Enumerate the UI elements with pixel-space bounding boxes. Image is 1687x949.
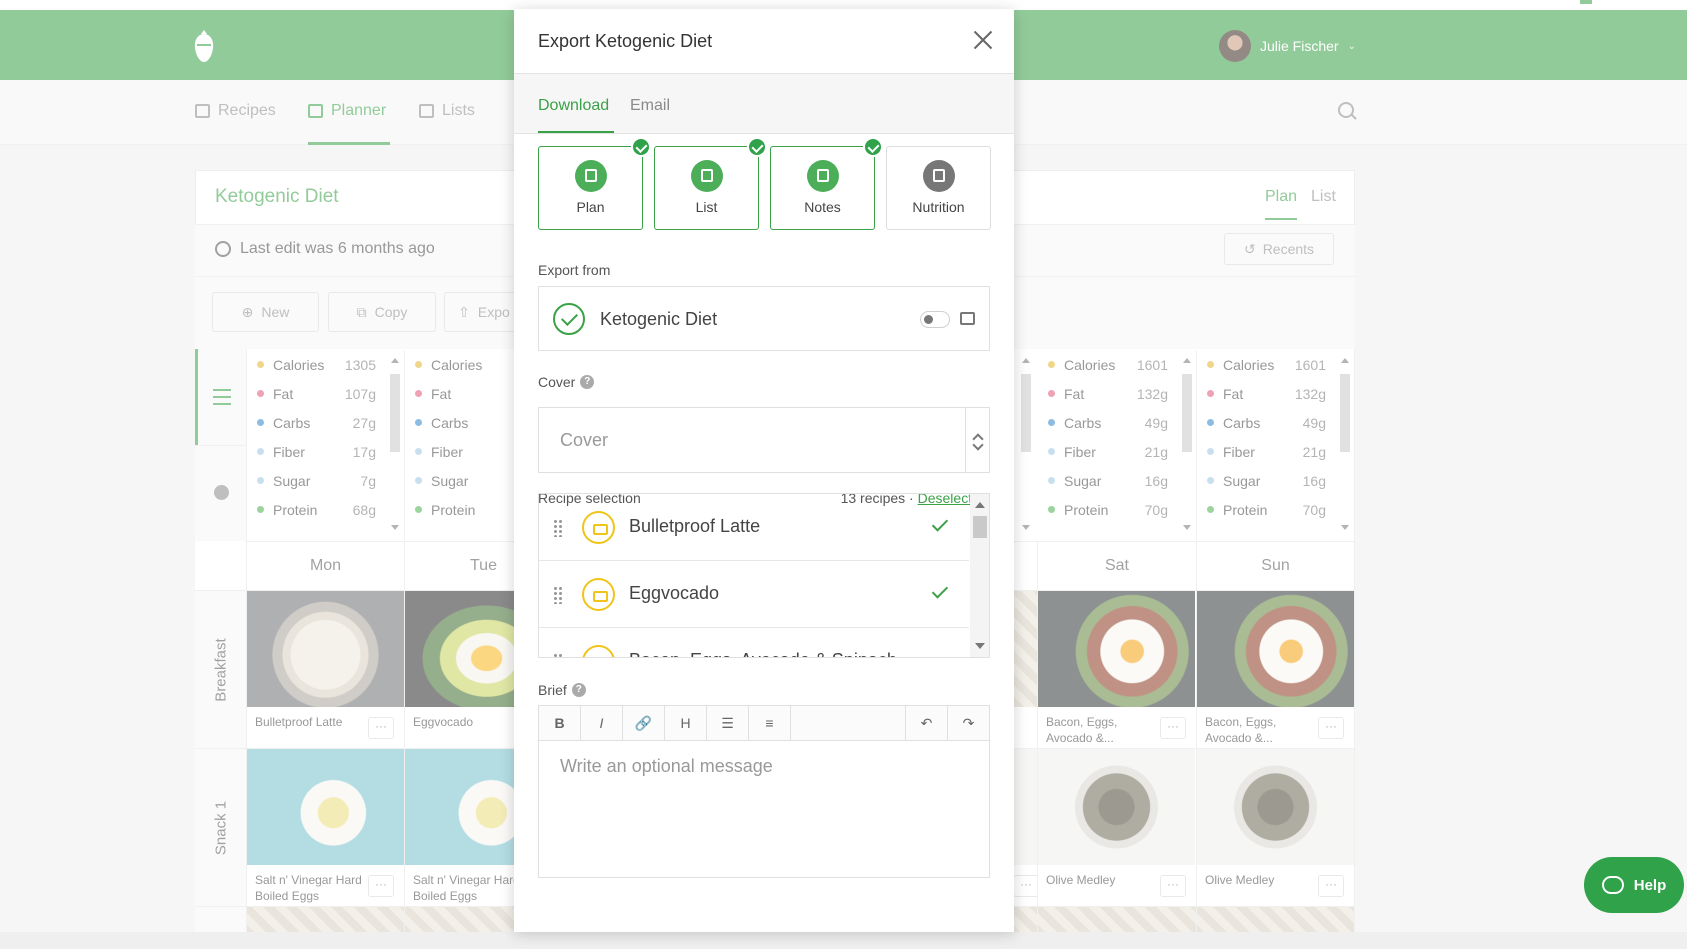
undo-icon[interactable]: ↶: [905, 706, 947, 740]
breakfast-icon: [582, 645, 615, 657]
recipe-name: Bacon, Eggs, Avocado & Spinach: [629, 650, 897, 657]
help-label: Help: [1633, 876, 1667, 894]
bullet-list-icon[interactable]: ☰: [707, 706, 749, 740]
export-from-field: Ketogenic Diet: [538, 286, 990, 351]
checklist-icon: [691, 160, 723, 192]
drag-handle-icon[interactable]: [553, 519, 563, 537]
brief-textarea[interactable]: [540, 742, 988, 876]
export-option-list[interactable]: List: [654, 137, 767, 230]
editor-toolbar: B I 🔗 H ☰ ≡ ↶ ↷: [539, 706, 989, 741]
check-icon[interactable]: [931, 515, 949, 532]
export-modal: Export Ketogenic Diet Download Email Pla…: [514, 9, 1014, 932]
scroll-up-icon[interactable]: [975, 502, 985, 508]
export-tabs: Download Email: [514, 74, 1014, 134]
link-icon[interactable]: 🔗: [623, 706, 665, 740]
print-toggle[interactable]: [920, 311, 950, 328]
breakfast-icon: [582, 511, 615, 544]
bold-button[interactable]: B: [539, 706, 581, 740]
list-item[interactable]: Bacon, Eggs, Avocado & Spinach: [539, 628, 969, 657]
tab-active-underline: [538, 131, 614, 133]
label-text: Brief: [538, 682, 567, 698]
list-item[interactable]: Bulletproof Latte: [539, 494, 969, 561]
redo-icon[interactable]: ↷: [947, 706, 989, 740]
export-from-value: Ketogenic Diet: [600, 309, 718, 329]
recipe-list-scrollbar[interactable]: [970, 494, 989, 657]
calendar-icon: [575, 160, 607, 192]
heading-button[interactable]: H: [665, 706, 707, 740]
export-from-label: Export from: [538, 262, 610, 278]
scroll-thumb[interactable]: [973, 516, 987, 538]
recipe-name: Eggvocado: [629, 583, 720, 603]
nutrition-icon: [923, 160, 955, 192]
help-button[interactable]: Help: [1584, 857, 1684, 913]
export-option-plan[interactable]: Plan: [538, 137, 651, 230]
breakfast-icon: [582, 578, 615, 611]
label-text: Cover: [538, 374, 576, 390]
select-arrows-icon[interactable]: [965, 408, 989, 472]
export-option-nutrition[interactable]: Nutrition: [886, 146, 991, 230]
option-label: List: [695, 199, 718, 215]
italic-button[interactable]: I: [581, 706, 623, 740]
check-icon[interactable]: [931, 582, 949, 599]
option-label: Nutrition: [912, 199, 965, 215]
modal-title: Export Ketogenic Diet: [538, 31, 713, 51]
printer-icon[interactable]: [960, 312, 975, 325]
option-label: Plan: [576, 199, 605, 215]
drag-handle-icon[interactable]: [553, 653, 563, 657]
cover-label: Cover ?: [538, 374, 595, 390]
tab-download[interactable]: Download: [538, 97, 609, 115]
check-badge-icon: [747, 137, 767, 157]
close-icon[interactable]: [971, 28, 995, 52]
tab-email[interactable]: Email: [630, 97, 670, 115]
numbered-list-icon[interactable]: ≡: [749, 706, 791, 740]
cover-input[interactable]: [540, 409, 960, 471]
help-icon[interactable]: ?: [571, 683, 586, 697]
export-option-notes[interactable]: Notes: [770, 137, 883, 230]
bottom-strip: [0, 932, 1687, 949]
help-icon[interactable]: ?: [580, 375, 595, 389]
brief-label: Brief ?: [538, 682, 586, 698]
label-text: Export from: [538, 262, 611, 278]
drag-handle-icon[interactable]: [553, 586, 563, 604]
check-circle-icon: [553, 303, 585, 335]
brief-editor: B I 🔗 H ☰ ≡ ↶ ↷: [538, 705, 990, 878]
scroll-down-icon[interactable]: [975, 643, 985, 649]
cover-select[interactable]: [538, 407, 990, 473]
check-badge-icon: [863, 137, 883, 157]
check-badge-icon: [631, 137, 651, 157]
recipe-name: Bulletproof Latte: [629, 516, 761, 536]
list-item[interactable]: Eggvocado: [539, 561, 969, 628]
chat-bubble-icon: [1601, 876, 1624, 894]
edit-icon: [807, 160, 839, 192]
recipe-selection-list: Bulletproof Latte Eggvocado Bacon, Eggs,…: [538, 493, 990, 658]
option-label: Notes: [804, 199, 841, 215]
